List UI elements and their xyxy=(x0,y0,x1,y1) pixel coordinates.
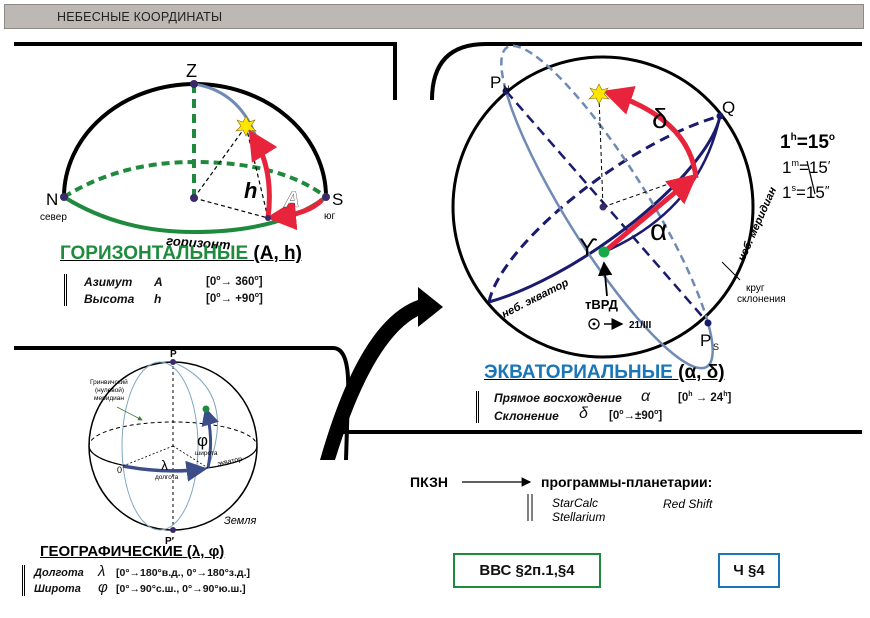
frame-left-bottom xyxy=(14,346,351,461)
horizontal-diagram: Z N север S юг h A горизонт xyxy=(40,61,343,253)
planetarium-label: программы-планетарии: xyxy=(541,474,712,490)
azimuth-row-name: Азимут xyxy=(84,275,133,289)
svg-text:широта: широта xyxy=(195,450,218,457)
alpha-label: α xyxy=(650,214,667,247)
svg-text:1m=15′: 1m=15′ xyxy=(782,158,831,177)
equatorial-rows-bar xyxy=(476,391,479,423)
svg-text:N: N xyxy=(503,84,510,94)
transition-arrow xyxy=(320,287,443,460)
longitude-row-range: [0°→180°в.д., 0°→180°з.д.] xyxy=(116,567,251,579)
aries-symbol: ϒ xyxy=(579,234,598,261)
altitude-row-symbol: h xyxy=(154,292,162,306)
equatorial-diagram: P N P S Q δ α ϒ тВРД 21/III неб. экватор… xyxy=(451,44,786,370)
north-caption: север xyxy=(40,212,67,223)
program-redshift: Red Shift xyxy=(663,497,713,511)
horizontal-rows-bar xyxy=(64,274,67,306)
south-label: S xyxy=(332,190,343,209)
equatorial-star-icon xyxy=(588,83,610,105)
ref-box-ch: Ч §4 xyxy=(718,553,780,588)
north-label: N xyxy=(46,190,58,209)
frame-top-left xyxy=(14,42,397,100)
latitude-row-range: [0°→90°с.ш., 0°→90°ю.ш.] xyxy=(116,583,246,595)
geographic-heading-name: ГЕОГРАФИЧЕСКИЕ xyxy=(40,543,183,560)
svg-text:P: P xyxy=(700,331,711,350)
diagram-canvas: Z N север S юг h A горизонт P N P S Q δ … xyxy=(14,42,862,547)
latitude-row-name: Широта xyxy=(34,583,81,595)
geo-point xyxy=(202,405,210,413)
altitude-row-name: Высота xyxy=(84,292,135,306)
svg-text:Земля: Земля xyxy=(224,515,256,527)
horizontal-heading-name: ГОРИЗОНТАЛЬНЫЕ xyxy=(60,243,249,264)
vernal-point-label: тВРД xyxy=(585,297,619,312)
horizontal-heading: ГОРИЗОНТАЛЬНЫЕ (A, h) xyxy=(60,243,302,265)
svg-text:(нулевой): (нулевой) xyxy=(95,386,124,394)
equatorial-heading-name: ЭКВАТОРИАЛЬНЫЕ xyxy=(484,362,673,383)
planetarium-block: ПКЗН программы-планетарии: StarCalc Stel… xyxy=(410,474,713,524)
svg-text:экватор: экватор xyxy=(217,456,243,468)
svg-text:меридиан: меридиан xyxy=(94,395,124,402)
unit-conversions: 1h=15o 1m=15′ 1s=15″ xyxy=(780,132,835,202)
declination-row-name: Склонение xyxy=(494,409,559,423)
zenith-label: Z xyxy=(186,61,197,81)
longitude-row-name: Долгота xyxy=(34,567,84,579)
svg-text:21/III: 21/III xyxy=(629,320,651,331)
svg-text:λ: λ xyxy=(161,457,168,473)
svg-text:S: S xyxy=(713,342,719,352)
ref-box-vvs: ВВС §2п.1,§4 xyxy=(453,553,601,588)
svg-text:круг: круг xyxy=(746,283,765,294)
declination-row-symbol: δ xyxy=(579,405,588,422)
svg-text:1h=15o: 1h=15o xyxy=(780,132,835,153)
zenith-point xyxy=(190,80,198,88)
ref-ch-text: Ч §4 xyxy=(733,562,765,579)
svg-text:склонения: склонения xyxy=(737,294,786,305)
pkzn-label: ПКЗН xyxy=(410,474,448,490)
geographic-diagram: P P′ Гринвичский (нулевой) меридиан φ ши… xyxy=(88,349,258,547)
azimuth-row-range: [0o→ 360o] xyxy=(206,275,263,288)
svg-text:Гринвичский: Гринвичский xyxy=(90,378,128,386)
south-caption: юг xyxy=(324,211,336,222)
ref-vvs-text: ВВС §2п.1,§4 xyxy=(479,562,575,579)
svg-text:Q: Q xyxy=(722,98,735,117)
altitude-label: h xyxy=(244,178,257,203)
ra-row-range: [0h → 24h] xyxy=(678,391,732,404)
meridian-caption: неб. меридиан xyxy=(736,185,780,263)
horizontal-heading-suffix: (A, h) xyxy=(253,243,302,264)
equatorial-heading-suffix: (α, δ) xyxy=(678,362,725,383)
program-stellarium: Stellarium xyxy=(552,510,605,524)
geographic-heading: ГЕОГРАФИЧЕСКИЕ (λ, φ) xyxy=(40,543,224,560)
altitude-row-range: [0o→ +90o] xyxy=(206,292,263,305)
svg-text:P: P xyxy=(490,73,501,92)
svg-text:0: 0 xyxy=(117,465,122,475)
ra-row-name: Прямое восхождение xyxy=(494,391,622,405)
greenwich-meridian xyxy=(121,361,199,531)
latitude-row-symbol: φ xyxy=(98,579,108,596)
vernal-point-dot xyxy=(598,246,610,258)
geographic-rows-bar xyxy=(22,565,25,596)
geographic-heading-suffix: (λ, φ) xyxy=(186,543,225,560)
svg-text:P: P xyxy=(170,349,177,360)
program-starcalc: StarCalc xyxy=(552,496,598,510)
svg-text:1s=15″: 1s=15″ xyxy=(782,183,830,202)
delta-label: δ xyxy=(652,103,668,134)
azimuth-row-symbol: A xyxy=(154,275,163,289)
equatorial-heading: ЭКВАТОРИАЛЬНЫЕ (α, δ) xyxy=(484,362,725,384)
svg-text:φ: φ xyxy=(197,431,208,450)
right-ascension-arrow xyxy=(602,173,698,254)
longitude-row-symbol: λ xyxy=(98,563,106,580)
ra-row-symbol: α xyxy=(641,388,651,405)
slide: { "title": "НЕБЕСНЫЕ КООРДИНАТЫ", "horiz… xyxy=(0,0,870,618)
declination-row-range: [0o→±90o] xyxy=(609,409,663,422)
svg-text:долгота: долгота xyxy=(155,474,179,481)
azimuth-label: A xyxy=(283,187,300,212)
observer-point xyxy=(190,194,198,202)
